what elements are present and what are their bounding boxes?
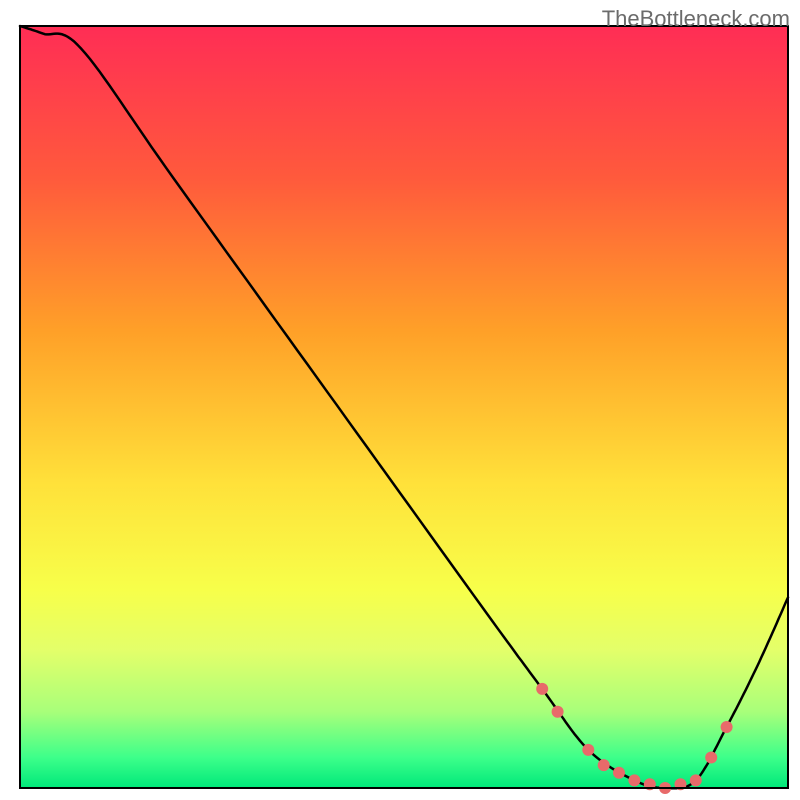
bottleneck-chart: [0, 0, 800, 800]
chart-background: [20, 26, 788, 788]
marker-point: [598, 759, 610, 771]
marker-point: [628, 774, 640, 786]
marker-point: [721, 721, 733, 733]
chart-container: TheBottleneck.com: [0, 0, 800, 800]
marker-point: [613, 767, 625, 779]
marker-point: [690, 774, 702, 786]
marker-point: [705, 752, 717, 764]
marker-point: [536, 683, 548, 695]
marker-point: [552, 706, 564, 718]
marker-point: [582, 744, 594, 756]
